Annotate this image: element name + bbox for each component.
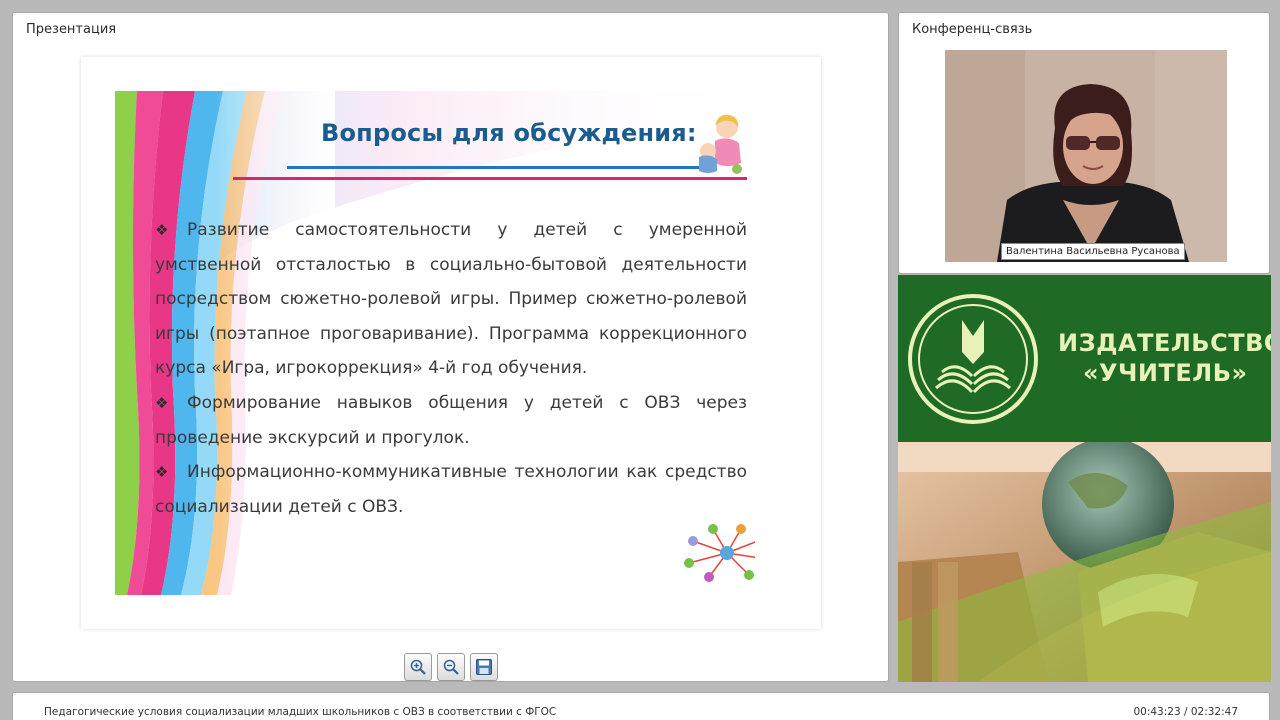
publisher-banner: ИЗДАТЕЛЬСТВО «УЧИТЕЛЬ» [898, 275, 1271, 442]
save-button[interactable] [470, 653, 498, 681]
bullet-diamond-icon: ❖ [155, 463, 169, 482]
slide-heading: Вопросы для обсуждения: [321, 119, 697, 147]
speaker-video: Валентина Васильевна Русанова [945, 50, 1227, 262]
children-illustration-icon [699, 114, 742, 174]
network-people-icon [684, 524, 755, 582]
slide-bullet: ❖ Развитие самостоятельности у детей с ум… [155, 213, 747, 386]
bullet-diamond-icon: ❖ [155, 221, 169, 239]
publisher-ad-panel[interactable]: ИЗДАТЕЛЬСТВО «УЧИТЕЛЬ» [898, 275, 1271, 682]
presentation-panel: Презентация Вопросы для обсуждения: ❖ Ра… [12, 12, 889, 682]
slide-bullet: ❖ Информационно-коммуникативные технологи… [155, 455, 747, 524]
books-globe-image [898, 442, 1271, 682]
bullet-diamond-icon: ❖ [155, 393, 169, 412]
zoom-in-icon [410, 659, 426, 675]
conference-title: Конференц-связь [912, 22, 1033, 37]
presentation-title: Презентация [26, 22, 117, 37]
playback-time: 00:43:23 / 02:32:47 [1133, 706, 1238, 718]
zoom-out-icon [443, 659, 459, 675]
save-icon [476, 659, 492, 675]
footer-bar: Педагогические условия социализации млад… [12, 692, 1270, 720]
webinar-title: Педагогические условия социализации млад… [44, 706, 557, 718]
slide-frame: Вопросы для обсуждения: ❖ Развитие самост… [115, 91, 755, 595]
zoom-in-button[interactable] [404, 653, 432, 681]
speaker-name-label: Валентина Васильевна Русанова [1001, 243, 1185, 260]
speaker-video-frame [945, 50, 1227, 262]
publisher-logo-icon [908, 294, 1038, 424]
heading-underline-pink [233, 177, 747, 180]
slide-bullet: ❖ Формирование навыков общения у детей с … [155, 386, 747, 455]
conference-panel: Конференц-связь Валентина Васильевна Рус… [898, 12, 1270, 274]
heading-underline-blue [287, 166, 702, 169]
publisher-name-line1: ИЗДАТЕЛЬСТВО [1058, 329, 1271, 357]
zoom-out-button[interactable] [437, 653, 465, 681]
slide: Вопросы для обсуждения: ❖ Развитие самост… [81, 57, 821, 629]
slide-body: ❖ Развитие самостоятельности у детей с ум… [155, 213, 747, 524]
publisher-name-line2: «УЧИТЕЛЬ» [1083, 359, 1248, 387]
